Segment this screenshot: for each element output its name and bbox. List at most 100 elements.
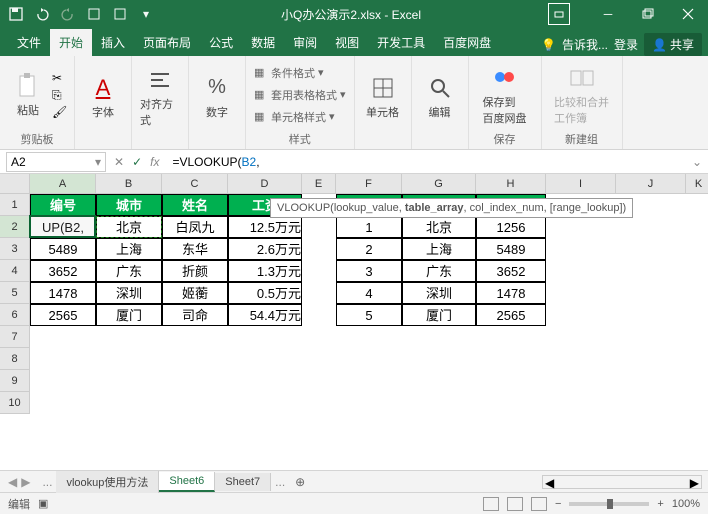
row-header-6[interactable]: 6 — [0, 304, 30, 326]
format-painter-icon[interactable]: 🖌 — [52, 105, 66, 119]
col-header-D[interactable]: D — [228, 174, 302, 194]
cell[interactable]: 0.5万元 — [228, 282, 302, 304]
chevron-down-icon[interactable]: ▾ — [95, 155, 101, 169]
add-sheet-icon[interactable]: ⊕ — [289, 475, 311, 489]
cell[interactable]: 城市 — [96, 194, 162, 216]
worksheet-area[interactable]: ABCDEFGHIJK 12345678910 编号城市姓名工资UP(B2,北京… — [0, 174, 708, 470]
cell[interactable]: 上海 — [402, 238, 476, 260]
sheet-tab-vlookup[interactable]: vlookup使用方法 — [56, 471, 159, 493]
cell[interactable]: 2565 — [30, 304, 96, 326]
cell-styles-button[interactable]: ▦单元格样式▾ — [254, 109, 346, 125]
cells-button[interactable]: 单元格 — [363, 60, 403, 133]
ribbon-display-icon[interactable] — [548, 3, 570, 25]
tab-formulas[interactable]: 公式 — [200, 29, 242, 56]
cell[interactable]: 2.6万元 — [228, 238, 302, 260]
cell[interactable]: 北京 — [402, 216, 476, 238]
expand-formula-icon[interactable]: ⌄ — [686, 155, 708, 169]
cell[interactable]: 姬蘅 — [162, 282, 228, 304]
cell[interactable]: 1478 — [30, 282, 96, 304]
cell[interactable]: 深圳 — [402, 282, 476, 304]
number-button[interactable]: %数字 — [197, 60, 237, 133]
cell[interactable]: 上海 — [96, 238, 162, 260]
tab-data[interactable]: 数据 — [242, 29, 284, 56]
row-header-5[interactable]: 5 — [0, 282, 30, 304]
cell[interactable]: 广东 — [96, 260, 162, 282]
tell-me-text[interactable]: 告诉我... — [562, 36, 608, 53]
cell[interactable]: 3652 — [476, 260, 546, 282]
tab-baidu[interactable]: 百度网盘 — [434, 29, 500, 56]
cell[interactable]: 5 — [336, 304, 402, 326]
redo-icon[interactable] — [60, 6, 76, 22]
cell[interactable]: 54.4万元 — [228, 304, 302, 326]
formula-bar[interactable]: =VLOOKUP(B2, — [167, 152, 685, 172]
tab-file[interactable]: 文件 — [8, 29, 50, 56]
col-header-I[interactable]: I — [546, 174, 616, 194]
cell[interactable]: 广东 — [402, 260, 476, 282]
cell[interactable]: 1 — [336, 216, 402, 238]
row-header-2[interactable]: 2 — [0, 216, 30, 238]
row-header-10[interactable]: 10 — [0, 392, 30, 414]
row-header-1[interactable]: 1 — [0, 194, 30, 216]
prev-sheet-icon[interactable]: ◀ — [8, 475, 17, 489]
zoom-slider[interactable] — [569, 502, 649, 506]
cell[interactable]: 司命 — [162, 304, 228, 326]
conditional-format-button[interactable]: ▦条件格式▾ — [254, 65, 346, 81]
cell[interactable]: 东华 — [162, 238, 228, 260]
page-break-view-icon[interactable] — [531, 497, 547, 511]
fx-icon[interactable]: fx — [150, 155, 159, 169]
col-header-B[interactable]: B — [96, 174, 162, 194]
cell[interactable]: 深圳 — [96, 282, 162, 304]
tab-review[interactable]: 审阅 — [284, 29, 326, 56]
cell[interactable]: 5489 — [476, 238, 546, 260]
qat-item-icon[interactable] — [112, 6, 128, 22]
row-header-4[interactable]: 4 — [0, 260, 30, 282]
signin-link[interactable]: 登录 — [614, 36, 638, 53]
row-header-8[interactable]: 8 — [0, 348, 30, 370]
tab-page-layout[interactable]: 页面布局 — [134, 29, 200, 56]
cell[interactable]: 5489 — [30, 238, 96, 260]
cell[interactable]: 1256 — [476, 216, 546, 238]
cell[interactable]: 2 — [336, 238, 402, 260]
qat-item-icon[interactable] — [86, 6, 102, 22]
name-box[interactable]: A2▾ — [6, 152, 106, 172]
row-header-3[interactable]: 3 — [0, 238, 30, 260]
cell[interactable]: 12.5万元 — [228, 216, 302, 238]
save-icon[interactable] — [8, 6, 24, 22]
cell[interactable]: 折颜 — [162, 260, 228, 282]
tab-developer[interactable]: 开发工具 — [368, 29, 434, 56]
col-header-A[interactable]: A — [30, 174, 96, 194]
font-button[interactable]: A字体 — [83, 60, 123, 133]
sheet-tab-sheet7[interactable]: Sheet7 — [215, 473, 271, 491]
minimize-button[interactable]: ─ — [588, 0, 628, 28]
tab-home[interactable]: 开始 — [50, 29, 92, 56]
tab-view[interactable]: 视图 — [326, 29, 368, 56]
horizontal-scrollbar[interactable]: ◀▶ — [542, 475, 702, 489]
cell[interactable]: 编号 — [30, 194, 96, 216]
next-sheet-icon[interactable]: ▶ — [21, 475, 30, 489]
col-header-E[interactable]: E — [302, 174, 336, 194]
sheet-tab-sheet6[interactable]: Sheet6 — [159, 472, 215, 492]
share-button[interactable]: 👤共享 — [644, 33, 702, 56]
close-button[interactable] — [668, 0, 708, 28]
cut-icon[interactable]: ✂ — [52, 71, 66, 85]
select-all-corner[interactable] — [0, 174, 30, 194]
cell[interactable]: 北京 — [96, 216, 162, 238]
col-header-F[interactable]: F — [336, 174, 402, 194]
cell[interactable]: 厦门 — [96, 304, 162, 326]
cell[interactable]: 3652 — [30, 260, 96, 282]
row-header-9[interactable]: 9 — [0, 370, 30, 392]
cell[interactable]: 1478 — [476, 282, 546, 304]
copy-icon[interactable]: ⎘ — [52, 88, 66, 102]
normal-view-icon[interactable] — [483, 497, 499, 511]
undo-icon[interactable] — [34, 6, 50, 22]
compare-merge-button[interactable]: 比较和合并 工作簿 — [550, 60, 614, 129]
col-header-J[interactable]: J — [616, 174, 686, 194]
cell[interactable]: 4 — [336, 282, 402, 304]
cell[interactable]: UP(B2, — [30, 216, 96, 238]
qat-dropdown-icon[interactable]: ▾ — [138, 6, 154, 22]
editing-button[interactable]: 编辑 — [420, 60, 460, 133]
page-layout-view-icon[interactable] — [507, 497, 523, 511]
tab-insert[interactable]: 插入 — [92, 29, 134, 56]
format-as-table-button[interactable]: ▦套用表格格式▾ — [254, 87, 346, 103]
cell[interactable]: 1.3万元 — [228, 260, 302, 282]
